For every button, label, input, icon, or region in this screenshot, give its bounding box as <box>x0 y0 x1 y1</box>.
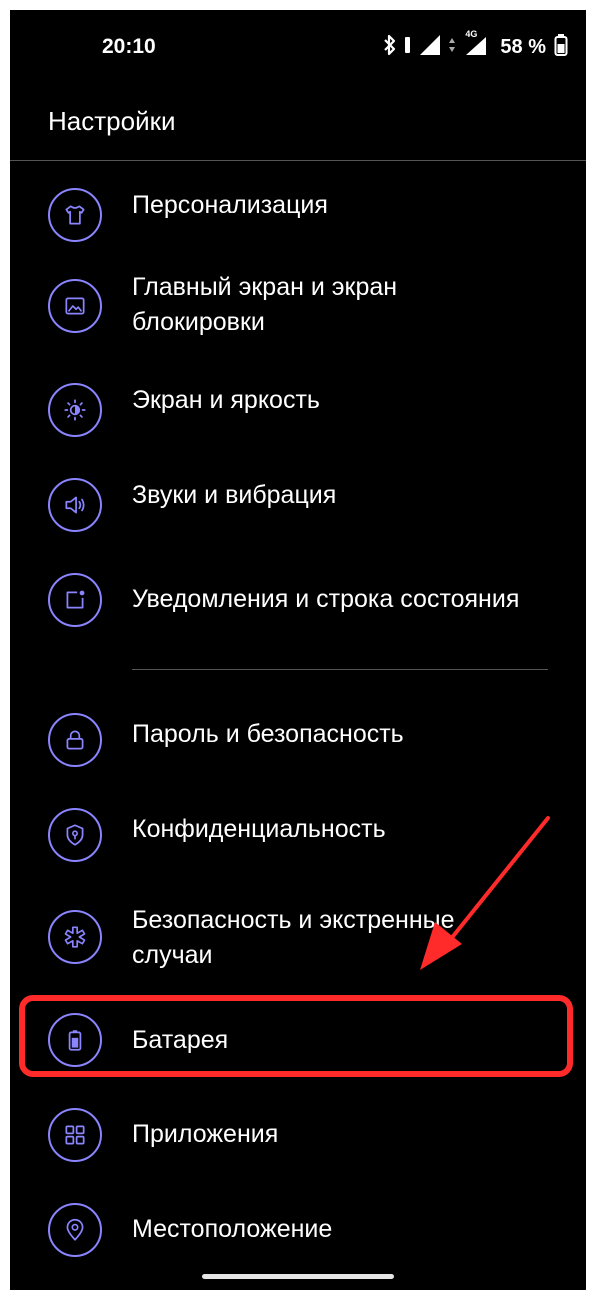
settings-item-apps[interactable]: Приложения <box>10 1095 586 1175</box>
shield-icon <box>48 808 102 862</box>
battery-percent: 58 % <box>500 35 546 58</box>
home-gesture-bar[interactable] <box>202 1274 394 1279</box>
settings-item-label-line1: Главный экран и экран <box>132 273 398 301</box>
signal-icon <box>418 33 442 62</box>
emergency-icon <box>48 910 102 964</box>
settings-item-display-brightness[interactable]: Экран и яркость <box>10 370 586 450</box>
settings-item-label: Звуки и вибрация <box>132 481 337 509</box>
settings-item-label: Экран и яркость <box>132 386 320 414</box>
notification-icon <box>48 573 102 627</box>
highlight-box <box>19 995 573 1077</box>
settings-item-label: Уведомления и строка состояния <box>132 585 520 613</box>
settings-item-label: Местоположение <box>132 1215 333 1243</box>
data-arrows-icon <box>448 33 456 62</box>
settings-item-password-security[interactable]: Пароль и безопасность <box>10 700 586 780</box>
settings-item-label-line2: блокировки <box>132 308 265 336</box>
status-battery-icon <box>554 33 568 62</box>
brightness-icon <box>48 383 102 437</box>
settings-item-label: Приложения <box>132 1120 279 1148</box>
status-time: 20:10 <box>102 35 156 58</box>
settings-item-home-lock-screen[interactable]: Главный экран и экран блокировки <box>10 260 586 370</box>
vibrate-icon <box>404 33 412 62</box>
settings-item-safety-emergency[interactable]: Безопасность и экстренные случаи <box>10 890 586 990</box>
status-bar: 20:10 4G 58 % <box>10 10 586 86</box>
header-divider <box>10 160 586 161</box>
speaker-icon <box>48 478 102 532</box>
lock-icon <box>48 713 102 767</box>
status-icons: 4G 58 % <box>382 29 568 62</box>
picture-icon <box>48 279 102 333</box>
settings-item-label: Пароль и безопасность <box>132 720 404 748</box>
signal-4g-icon: 4G <box>462 29 490 62</box>
section-divider <box>132 669 548 670</box>
location-pin-icon <box>48 1203 102 1257</box>
page-title: Настройки <box>48 106 176 136</box>
phone-screen: 20:10 4G 58 % Настройки Персонализация Г… <box>10 10 586 1290</box>
settings-item-location[interactable]: Местоположение <box>10 1190 586 1270</box>
settings-item-label-line2: случаи <box>132 941 213 969</box>
bluetooth-icon <box>382 33 398 62</box>
settings-item-personalization[interactable]: Персонализация <box>10 175 586 255</box>
apps-grid-icon <box>48 1108 102 1162</box>
settings-item-label-line1: Безопасность и экстренные <box>132 906 455 934</box>
settings-item-privacy[interactable]: Конфиденциальность <box>10 795 586 875</box>
settings-item-label: Персонализация <box>132 191 328 219</box>
network-type-label: 4G <box>465 28 478 39</box>
tshirt-icon <box>48 188 102 242</box>
settings-item-notifications[interactable]: Уведомления и строка состояния <box>10 560 586 640</box>
settings-item-label: Конфиденциальность <box>132 815 386 843</box>
settings-item-sound-vibration[interactable]: Звуки и вибрация <box>10 465 586 545</box>
